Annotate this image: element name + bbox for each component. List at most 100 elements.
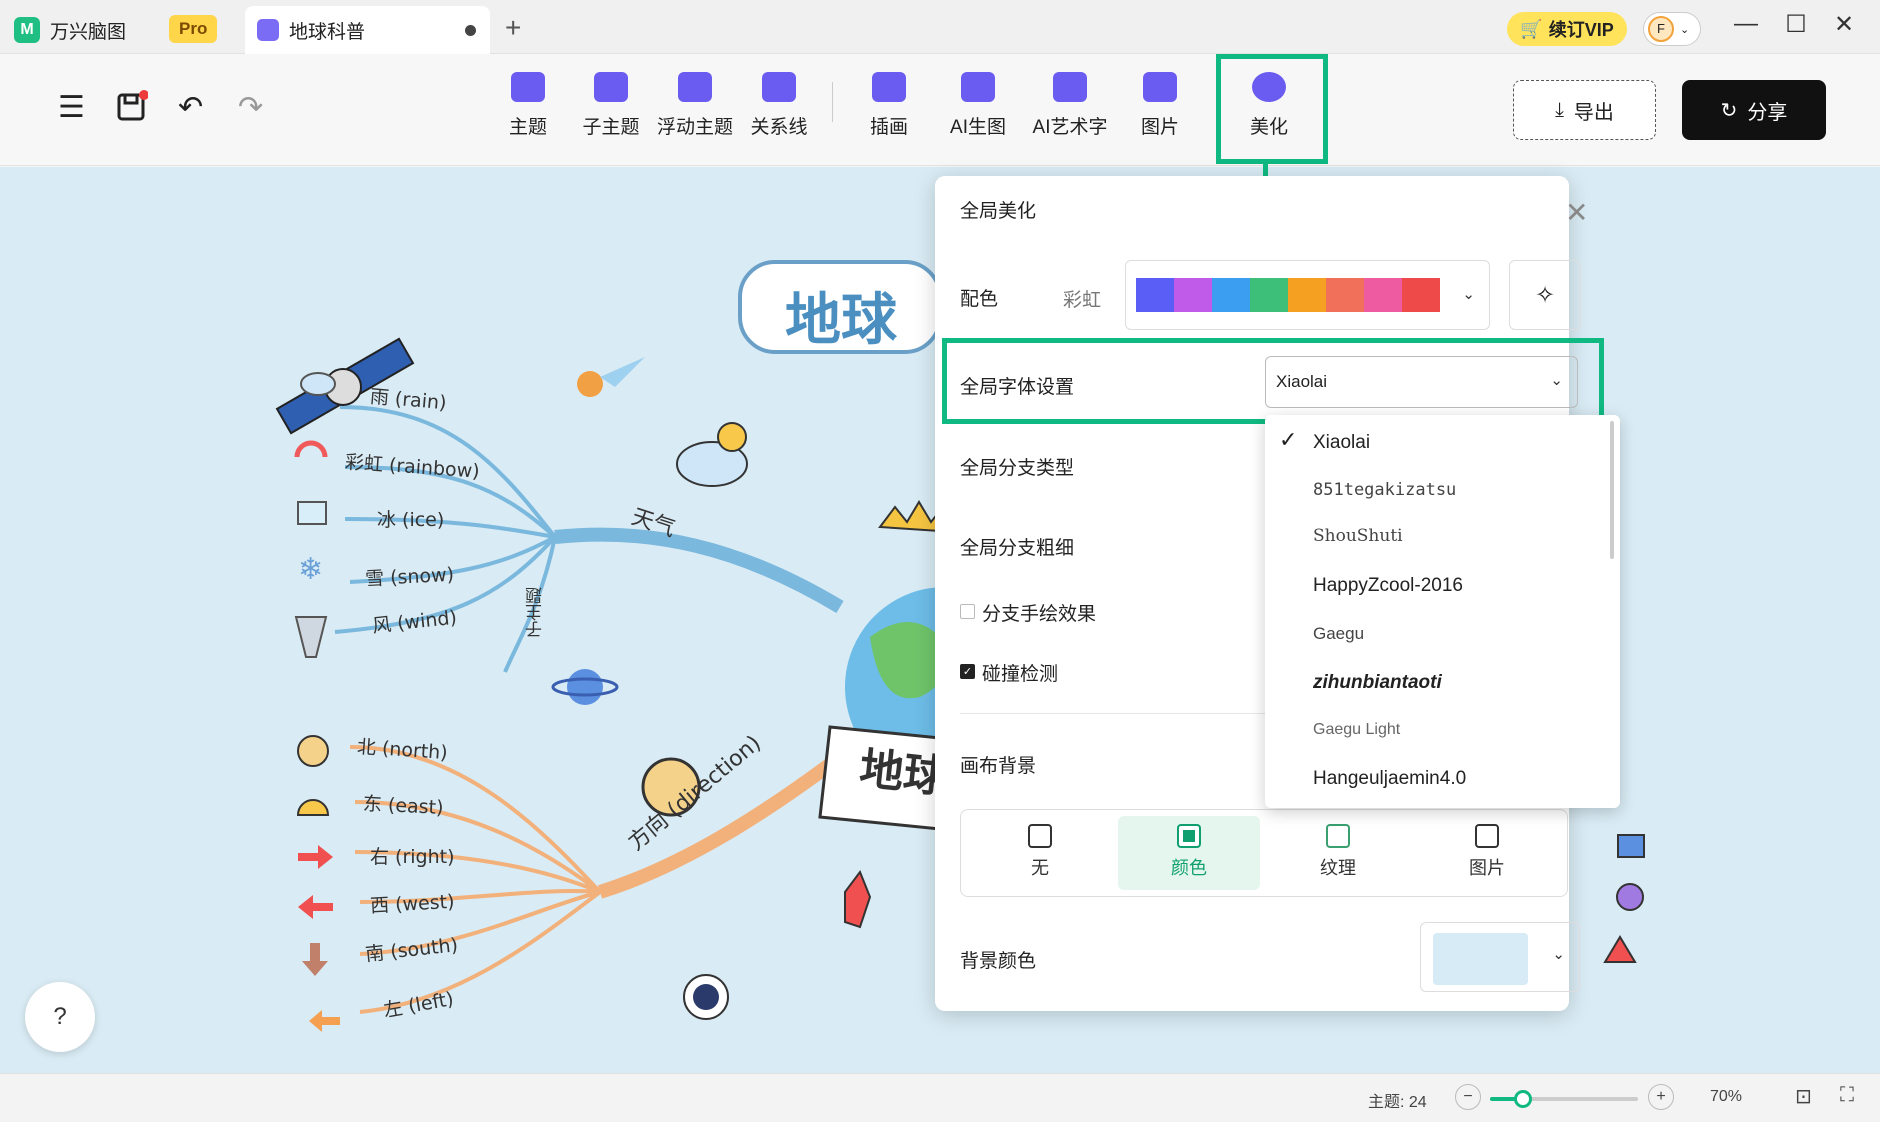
bg-option-color[interactable]: 颜色 <box>1118 816 1260 890</box>
tool-label: 主题 <box>508 117 547 138</box>
help-button[interactable]: ? <box>25 982 95 1052</box>
font-option[interactable]: HappyZcool-2016 <box>1313 575 1463 597</box>
ai-image-icon <box>961 72 995 102</box>
planet-illustration <box>567 669 603 705</box>
font-option[interactable]: 851tegakizatsu <box>1313 480 1456 500</box>
renew-vip-button[interactable]: 🛒 续订VIP <box>1507 12 1627 46</box>
document-icon <box>257 19 279 41</box>
redo-icon[interactable]: ↷ <box>238 90 263 125</box>
font-option[interactable]: Xiaolai <box>1313 432 1370 454</box>
collision-checkbox[interactable]: ✓ <box>960 664 975 679</box>
tool-subtopic[interactable]: 子主题 <box>568 72 654 139</box>
tool-ai-wordart[interactable]: AI艺术字 <box>1025 72 1115 139</box>
palette-swatch <box>1402 278 1440 312</box>
tool-label: 图片 <box>1140 117 1179 138</box>
left-arrow-icon <box>309 1010 340 1032</box>
direction-item[interactable]: 右 (right) <box>370 842 455 869</box>
zoom-out-button[interactable]: − <box>1455 1084 1481 1110</box>
avatar-button[interactable]: F ⌄ <box>1643 12 1701 46</box>
maximize-button[interactable]: ☐ <box>1781 10 1811 39</box>
font-option[interactable]: zihunbiantaoti <box>1313 672 1442 694</box>
weather-item[interactable]: 雪 (snow) <box>364 560 455 592</box>
rocket-illustration <box>844 869 872 929</box>
magic-beautify-button[interactable]: ✧ <box>1509 260 1581 330</box>
tool-label: 浮动主题 <box>656 117 733 138</box>
canvas-bg-options: 无 颜色 纹理 图片 <box>960 809 1568 897</box>
zoom-slider-handle[interactable] <box>1513 1090 1532 1108</box>
tool-illustration[interactable]: 插画 <box>846 72 932 139</box>
avatar: F <box>1648 16 1674 42</box>
menu-icon[interactable]: ☰ <box>58 90 85 125</box>
close-window-button[interactable]: ✕ <box>1829 10 1859 39</box>
color-scheme-name: 彩虹 <box>1063 290 1102 311</box>
palette-swatch <box>1136 278 1174 312</box>
zoom-in-button[interactable]: + <box>1648 1084 1674 1110</box>
font-setting-highlight-box <box>942 338 1604 424</box>
minimize-button[interactable]: — <box>1731 10 1761 38</box>
ice-icon <box>297 501 327 525</box>
topic-count: 主题: 24 <box>1368 1094 1427 1111</box>
sunrise-east-icon <box>296 799 330 816</box>
floating-topic-icon <box>678 72 712 102</box>
mindmap-title[interactable]: 地球 <box>785 275 897 356</box>
export-button[interactable]: ⤓ 导出 <box>1513 80 1656 140</box>
color-palette-select[interactable]: ⌄ <box>1125 260 1490 330</box>
font-option[interactable]: Gaegu Light <box>1313 721 1400 739</box>
no-bg-icon <box>1028 824 1052 848</box>
pro-badge: Pro <box>169 15 218 43</box>
tab-app-home[interactable]: M 万兴脑图 Pro <box>14 6 234 54</box>
bg-color-select[interactable]: ⌄ <box>1420 922 1580 992</box>
bg-option-none[interactable]: 无 <box>969 816 1111 890</box>
shape-triangle-icon <box>1603 935 1637 963</box>
palette-swatch <box>1250 278 1288 312</box>
subtopic-label[interactable]: 子主题 <box>523 587 548 638</box>
zoom-level[interactable]: 70% <box>1710 1088 1742 1106</box>
tool-label: AI艺术字 <box>1032 117 1108 138</box>
snowflake-icon: ❄ <box>298 553 323 586</box>
branch-line <box>349 745 602 894</box>
save-icon[interactable] <box>116 90 149 130</box>
undo-icon[interactable]: ↶ <box>178 90 203 125</box>
tool-ai-image[interactable]: AI生图 <box>935 72 1021 139</box>
tool-floating-topic[interactable]: 浮动主题 <box>652 72 738 139</box>
tab-document[interactable]: 地球科普 <box>245 6 490 54</box>
chevron-down-icon: ⌄ <box>1462 286 1475 303</box>
tool-relationship[interactable]: 关系线 <box>736 72 822 139</box>
palette-swatch <box>1326 278 1364 312</box>
color-bg-icon <box>1177 824 1201 848</box>
toolbar: ☰ ↶ ↷ 主题 子主题 浮动主题 关系线 插画 AI生图 AI艺术字 图片 美… <box>0 54 1880 166</box>
south-arrow-icon <box>302 943 328 976</box>
relationship-icon <box>762 72 796 102</box>
direction-item[interactable]: 东 (east) <box>362 789 444 820</box>
share-button[interactable]: ↻ 分享 <box>1682 80 1826 140</box>
tool-image[interactable]: 图片 <box>1117 72 1203 139</box>
west-arrow-icon <box>298 895 333 919</box>
texture-bg-icon <box>1326 824 1350 848</box>
dropdown-scrollbar[interactable] <box>1610 421 1614 559</box>
weather-item[interactable]: 冰 (ice) <box>377 505 444 532</box>
palette-swatch <box>1364 278 1402 312</box>
rain-icon <box>300 372 336 396</box>
font-option[interactable]: Gaegu <box>1313 624 1364 644</box>
bg-option-texture[interactable]: 纹理 <box>1267 816 1409 890</box>
zoom-slider[interactable] <box>1490 1090 1638 1108</box>
bg-option-label: 颜色 <box>1171 858 1207 878</box>
direction-item[interactable]: 西 (west) <box>369 887 455 918</box>
title-bar: M 万兴脑图 Pro 地球科普 + 🛒 续订VIP F ⌄ — ☐ ✕ <box>0 0 1880 54</box>
tool-topic[interactable]: 主题 <box>485 72 571 139</box>
new-tab-button[interactable]: + <box>505 12 521 44</box>
font-option[interactable]: Hangeuljaemin4.0 <box>1313 768 1466 790</box>
font-option[interactable]: ShouShuti <box>1313 526 1403 546</box>
fit-view-icon[interactable]: ⊡ <box>1795 1084 1812 1109</box>
bg-option-image[interactable]: 图片 <box>1416 816 1558 890</box>
close-icon[interactable]: ✕ <box>1565 196 1588 229</box>
check-icon: ✓ <box>1279 427 1298 452</box>
fullscreen-icon[interactable]: ⛶ <box>1840 1084 1854 1107</box>
branch-width-label: 全局分支粗细 <box>960 538 1075 559</box>
subtopic-icon <box>594 72 628 102</box>
image-icon <box>1143 72 1177 102</box>
handdrawn-checkbox[interactable] <box>960 604 975 619</box>
toolbar-divider <box>832 82 833 122</box>
branch-type-label: 全局分支类型 <box>960 458 1075 479</box>
unsaved-dot-icon <box>465 25 476 36</box>
